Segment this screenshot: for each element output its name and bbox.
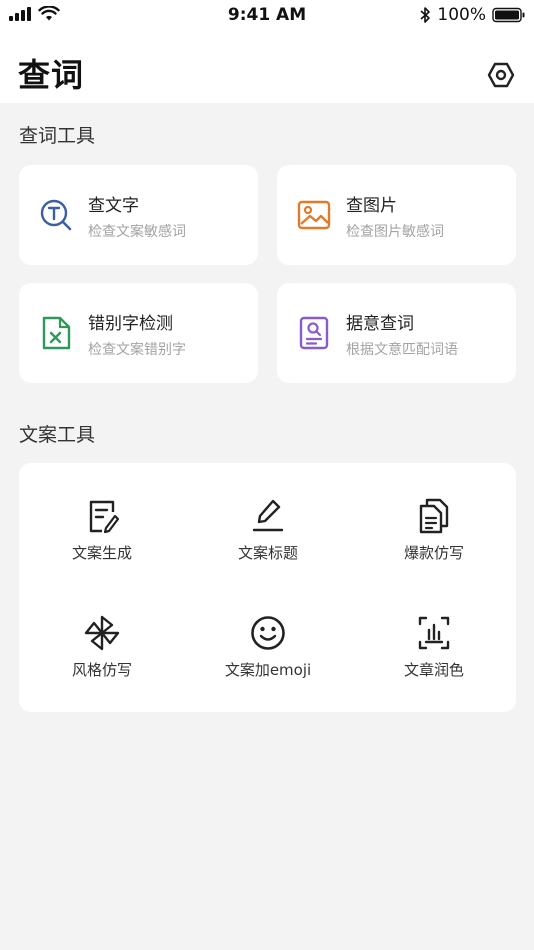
- tool-copy-title[interactable]: 文案标题: [185, 496, 351, 596]
- copy-section-title: 文案工具: [19, 424, 96, 446]
- tool-add-emoji[interactable]: 文案加emoji: [185, 613, 351, 713]
- card-subtitle: 根据文意匹配词语: [346, 342, 458, 358]
- card-image-check[interactable]: 查图片 检查图片敏感词: [277, 165, 516, 265]
- card-subtitle: 检查文案敏感词: [88, 224, 186, 240]
- lookup-section-title: 查词工具: [19, 125, 96, 147]
- image-icon: [297, 200, 331, 230]
- card-text-check[interactable]: 查文字 检查文案敏感词: [19, 165, 258, 265]
- tool-label: 文案标题: [237, 544, 298, 562]
- battery-percent: 100%: [437, 5, 486, 25]
- hexagon-settings-icon: [487, 62, 515, 88]
- status-bar: 9:41 AM 100%: [0, 0, 534, 32]
- bluetooth-icon: [420, 7, 431, 23]
- tool-label: 文章润色: [403, 661, 464, 679]
- smiley-icon: [251, 616, 285, 650]
- tool-style-rewrite[interactable]: 风格仿写: [19, 613, 185, 713]
- battery-icon: [492, 7, 525, 23]
- tool-polish-article[interactable]: 文章润色: [351, 613, 517, 713]
- text-search-icon: [40, 199, 72, 231]
- document-edit-icon: [89, 500, 120, 534]
- audio-bars-icon: [418, 616, 450, 650]
- tool-label: 风格仿写: [71, 661, 132, 679]
- settings-button[interactable]: [486, 60, 516, 90]
- excel-file-icon: [42, 316, 71, 350]
- header: 查词: [0, 32, 534, 103]
- tool-label: 文案加emoji: [224, 661, 312, 679]
- tool-label: 爆款仿写: [403, 544, 464, 562]
- card-subtitle: 检查图片敏感词: [346, 224, 444, 240]
- pen-underline-icon: [252, 499, 284, 532]
- card-subtitle: 检查文案错别字: [88, 342, 186, 358]
- pinwheel-icon: [84, 615, 120, 651]
- card-title: 查图片: [346, 196, 397, 216]
- tool-label: 文案生成: [71, 544, 132, 562]
- page-title: 查词: [18, 56, 85, 94]
- tool-viral-rewrite[interactable]: 爆款仿写: [351, 496, 517, 596]
- document-search-icon: [299, 316, 329, 350]
- card-title: 据意查词: [346, 314, 414, 334]
- tool-copy-generate[interactable]: 文案生成: [19, 496, 185, 596]
- documents-copy-icon: [419, 498, 449, 534]
- card-title: 错别字检测: [88, 314, 173, 334]
- copy-tools-panel: 文案生成 文案标题 爆款仿写 风格仿写 文案加emoji 文章润色: [19, 463, 516, 712]
- card-meaning-lookup[interactable]: 据意查词 根据文意匹配词语: [277, 283, 516, 383]
- card-typo-check[interactable]: 错别字检测 检查文案错别字: [19, 283, 258, 383]
- card-title: 查文字: [88, 196, 139, 216]
- status-right: 100%: [419, 5, 526, 25]
